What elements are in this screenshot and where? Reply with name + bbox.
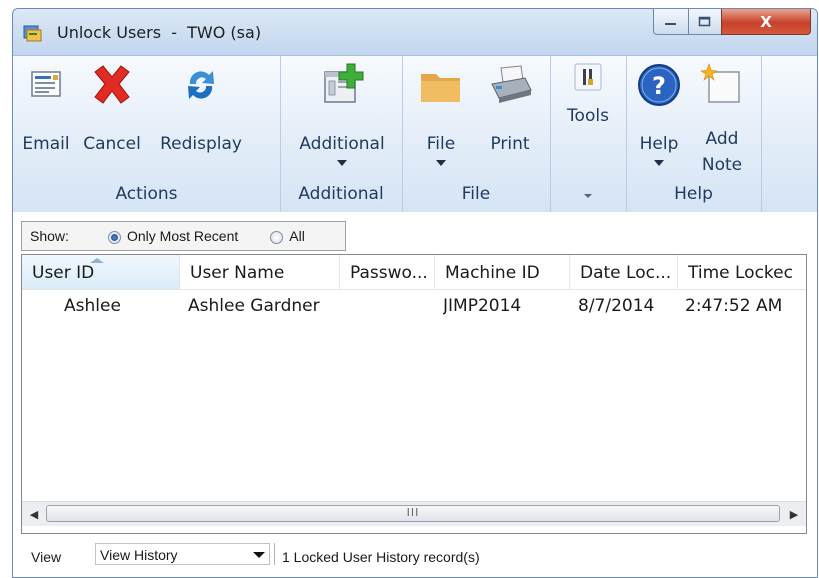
additional-button-label: Additional [299, 134, 385, 154]
column-header-user-name[interactable]: User Name [180, 255, 340, 289]
cell-time-locked: 2:47:52 AM [685, 296, 783, 316]
ribbon-group-label-actions: Actions [115, 184, 178, 204]
add-note-button-label: Add Note [694, 126, 750, 178]
redisplay-button-label: Redisplay [160, 134, 242, 154]
minimize-button[interactable] [653, 9, 689, 35]
scroll-right-icon[interactable]: ▶ [782, 502, 806, 526]
cancel-icon [94, 65, 130, 104]
record-count: 1 Locked User History record(s) [282, 549, 480, 565]
email-button-label: Email [22, 134, 70, 154]
title-bar[interactable]: Unlock Users - TWO (sa) X [13, 9, 817, 55]
add-note-label-line2: Note [701, 155, 743, 175]
add-note-button[interactable]: Add Note [694, 62, 750, 178]
show-label: Show: [30, 228, 69, 244]
chevron-down-icon [436, 160, 446, 166]
additional-icon [324, 63, 364, 103]
unlock-users-window: Unlock Users - TWO (sa) X Email Cancel R… [12, 8, 818, 578]
status-divider [274, 543, 275, 565]
scroll-thumb[interactable]: III [46, 505, 780, 522]
cell-machine-id: JIMP2014 [443, 296, 522, 316]
scroll-left-icon[interactable]: ◀ [22, 502, 46, 526]
cancel-button[interactable]: Cancel [79, 62, 145, 154]
cell-user-name: Ashlee Gardner [188, 296, 320, 316]
printer-icon [491, 65, 532, 103]
help-button[interactable]: ? Help [632, 62, 686, 166]
folder-icon [421, 74, 460, 102]
grid-header: User ID User Name Passwo... Machine ID D… [22, 255, 806, 290]
note-icon [700, 63, 740, 103]
chevron-down-icon [337, 160, 347, 166]
app-icon [23, 25, 42, 42]
ribbon-group-file: File Print File [402, 56, 551, 212]
file-button[interactable]: File [416, 62, 466, 166]
cancel-button-label: Cancel [83, 134, 141, 154]
radio-only-most-recent-label: Only Most Recent [127, 228, 239, 244]
print-button-label: Print [490, 134, 530, 154]
email-icon [31, 71, 61, 97]
radio-only-most-recent[interactable]: Only Most Recent [108, 228, 238, 244]
ribbon-group-additional: Additional Additional [280, 56, 403, 212]
view-label: View [31, 549, 62, 565]
tools-button[interactable]: Tools [558, 62, 618, 126]
locked-users-grid: User ID User Name Passwo... Machine ID D… [21, 254, 807, 534]
ribbon: Email Cancel Redisplay Actions Additiona… [13, 55, 817, 213]
ribbon-group-tools: Tools [550, 56, 627, 212]
close-button[interactable]: X [721, 9, 811, 35]
column-header-user-id[interactable]: User ID [22, 255, 180, 289]
ribbon-group-label-file: File [461, 184, 491, 204]
view-select-value: View History [100, 547, 178, 563]
svg-text:?: ? [652, 72, 666, 100]
email-button[interactable]: Email [21, 62, 71, 154]
column-header-machine-id[interactable]: Machine ID [435, 255, 570, 289]
redisplay-button[interactable]: Redisplay [153, 62, 249, 154]
tools-dropdown-icon[interactable] [584, 194, 592, 198]
tools-icon [574, 63, 602, 91]
radio-selected-icon [108, 230, 121, 244]
print-button[interactable]: Print [480, 62, 540, 154]
redisplay-icon [188, 71, 214, 99]
close-icon: X [760, 12, 772, 31]
column-header-time-locked[interactable]: Time Lockec [678, 255, 806, 289]
maximize-button[interactable] [688, 9, 722, 35]
radio-all-label: All [289, 228, 305, 244]
column-header-date-locked[interactable]: Date Loc... [570, 255, 678, 289]
chevron-down-icon [654, 160, 664, 166]
chevron-down-icon [253, 552, 265, 558]
show-filter: Show: Only Most Recent All [21, 221, 346, 251]
content-area: Show: Only Most Recent All User ID User … [13, 212, 817, 577]
additional-button[interactable]: Additional [290, 62, 394, 166]
ribbon-group-help: ? Help Add Note Help [626, 56, 762, 212]
file-button-label: File [426, 134, 456, 154]
help-button-label: Help [639, 134, 679, 154]
view-select[interactable]: View History [95, 543, 270, 565]
window-title: Unlock Users - TWO (sa) [57, 23, 262, 42]
horizontal-scrollbar[interactable]: ◀ III ▶ [22, 501, 806, 526]
sort-ascending-icon [90, 258, 104, 263]
maximize-icon [698, 16, 711, 26]
help-icon: ? [638, 64, 680, 106]
ribbon-group-label-help: Help [674, 184, 713, 204]
radio-all[interactable]: All [270, 228, 305, 244]
status-bar: View View History 1 Locked User History … [21, 540, 807, 570]
column-header-password[interactable]: Passwo... [340, 255, 435, 289]
tools-button-label: Tools [567, 106, 609, 126]
add-note-label-line1: Add [705, 129, 739, 149]
minimize-icon [665, 22, 676, 25]
ribbon-group-label-additional: Additional [298, 184, 384, 204]
ribbon-group-actions: Email Cancel Redisplay Actions [13, 56, 281, 212]
radio-unselected-icon [270, 230, 284, 244]
cell-date-locked: 8/7/2014 [578, 296, 655, 316]
table-row[interactable]: Ashlee Ashlee Gardner JIMP2014 8/7/2014 … [22, 289, 806, 323]
cell-user-id: Ashlee [64, 296, 121, 316]
